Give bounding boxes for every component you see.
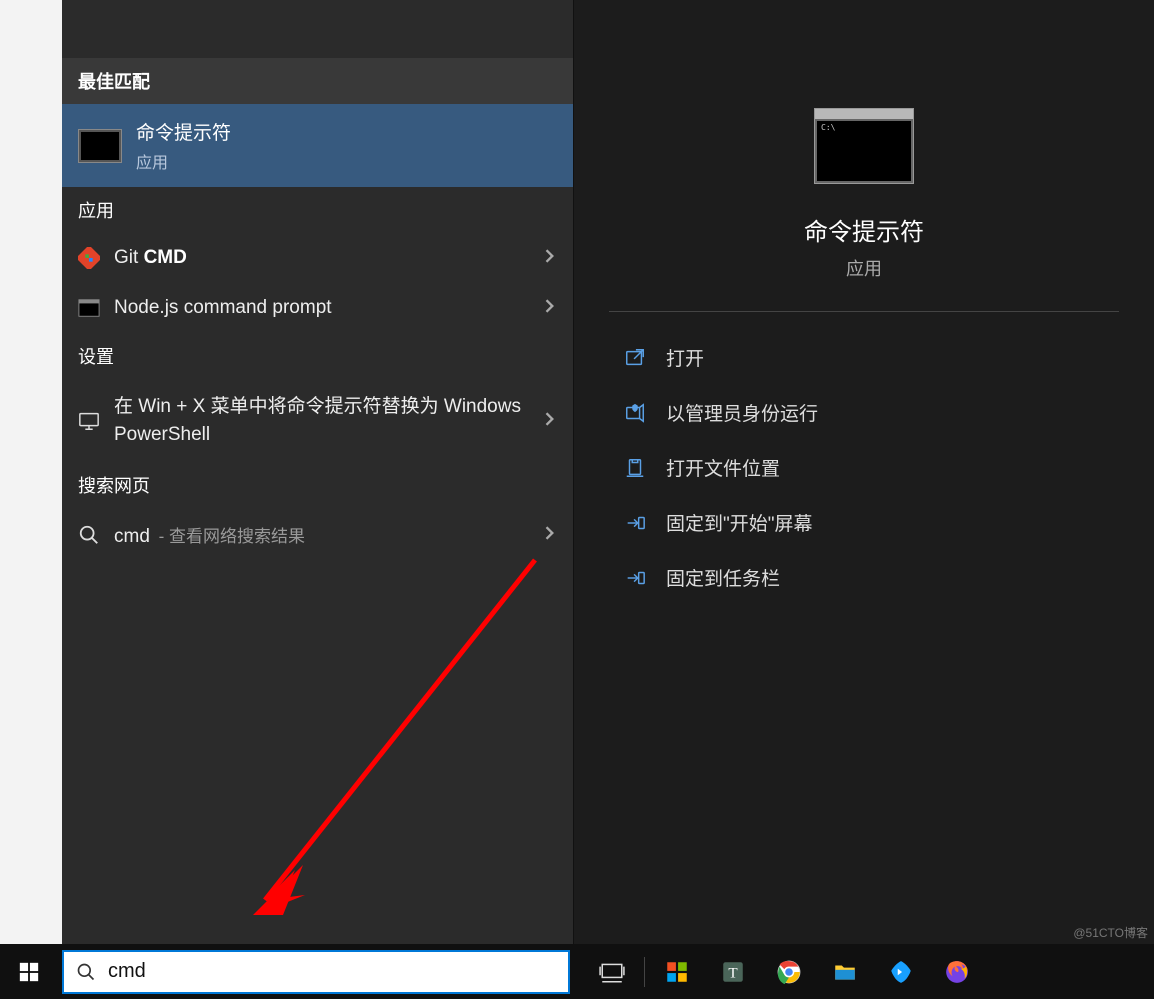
svg-text:T: T	[728, 964, 737, 981]
git-icon	[78, 247, 100, 269]
app-item-git-cmd[interactable]: Git CMD	[62, 233, 573, 283]
monitor-icon	[78, 410, 100, 432]
task-view-button[interactable]	[584, 944, 640, 999]
shield-admin-icon	[624, 402, 646, 424]
action-label: 以管理员身份运行	[666, 399, 818, 426]
action-label: 打开	[666, 344, 704, 371]
action-pin-to-start[interactable]: 固定到"开始"屏幕	[574, 495, 1154, 550]
taskbar-search-box[interactable]	[62, 950, 570, 994]
preview-title: 命令提示符	[804, 212, 924, 247]
action-pin-to-taskbar[interactable]: 固定到任务栏	[574, 550, 1154, 605]
best-match-text: 命令提示符 应用	[136, 118, 231, 173]
preview-hero: 命令提示符 应用	[574, 58, 1154, 311]
search-preview-panel: 命令提示符 应用 打开 以管理员身份运行	[574, 0, 1154, 944]
taskbar-app-chrome[interactable]	[761, 944, 817, 999]
action-open[interactable]: 打开	[574, 330, 1154, 385]
taskbar-app-generic-blue[interactable]	[873, 944, 929, 999]
section-settings: 设置	[62, 333, 573, 379]
app-item-label: Node.js command prompt	[114, 297, 529, 319]
taskbar-app-notes[interactable]: T	[705, 944, 761, 999]
best-match-item[interactable]: 命令提示符 应用	[62, 104, 573, 187]
search-input[interactable]	[108, 960, 556, 983]
taskbar: T	[0, 944, 1154, 999]
desktop-left-strip	[0, 0, 62, 999]
watermark: @51CTO博客	[1073, 924, 1148, 941]
cmd-icon	[78, 129, 122, 163]
search-icon	[76, 962, 96, 982]
chevron-right-icon	[543, 297, 557, 319]
chevron-right-icon	[543, 247, 557, 269]
app-item-nodejs-cmd[interactable]: Node.js command prompt	[62, 283, 573, 333]
action-label: 固定到"开始"屏幕	[666, 509, 813, 536]
section-apps: 应用	[62, 187, 573, 233]
search-results-left-panel: 最佳匹配 命令提示符 应用 应用 Git CMD	[62, 0, 574, 944]
open-icon	[624, 347, 646, 369]
taskbar-app-microsoft[interactable]	[649, 944, 705, 999]
action-label: 打开文件位置	[666, 454, 780, 481]
best-match-subtitle: 应用	[136, 149, 231, 173]
action-open-file-location[interactable]: 打开文件位置	[574, 440, 1154, 495]
results-empty-area	[62, 562, 573, 944]
chevron-right-icon	[543, 410, 557, 432]
taskbar-app-firefox[interactable]	[929, 944, 985, 999]
search-icon	[78, 524, 100, 546]
action-label: 固定到任务栏	[666, 564, 780, 591]
preview-subtitle: 应用	[846, 255, 882, 281]
taskbar-app-file-explorer[interactable]	[817, 944, 873, 999]
cmd-large-icon	[814, 108, 914, 184]
app-item-label: Git CMD	[114, 247, 529, 269]
section-search-web: 搜索网页	[62, 462, 573, 508]
chevron-right-icon	[543, 524, 557, 546]
web-search-item[interactable]: cmd - 查看网络搜索结果	[62, 508, 573, 562]
start-button[interactable]	[0, 944, 58, 999]
section-best-match: 最佳匹配	[62, 58, 573, 104]
terminal-icon	[78, 297, 100, 319]
preview-actions: 打开 以管理员身份运行 打开文件位置	[574, 312, 1154, 623]
folder-location-icon	[624, 457, 646, 479]
web-search-label: cmd - 查看网络搜索结果	[114, 522, 529, 548]
pin-start-icon	[624, 512, 646, 534]
settings-item-winx-powershell[interactable]: 在 Win + X 菜单中将命令提示符替换为 Windows PowerShel…	[62, 379, 573, 462]
action-run-as-admin[interactable]: 以管理员身份运行	[574, 385, 1154, 440]
settings-item-label: 在 Win + X 菜单中将命令提示符替换为 Windows PowerShel…	[114, 393, 529, 448]
taskbar-separator	[644, 957, 645, 987]
pin-taskbar-icon	[624, 567, 646, 589]
best-match-title: 命令提示符	[136, 118, 231, 145]
